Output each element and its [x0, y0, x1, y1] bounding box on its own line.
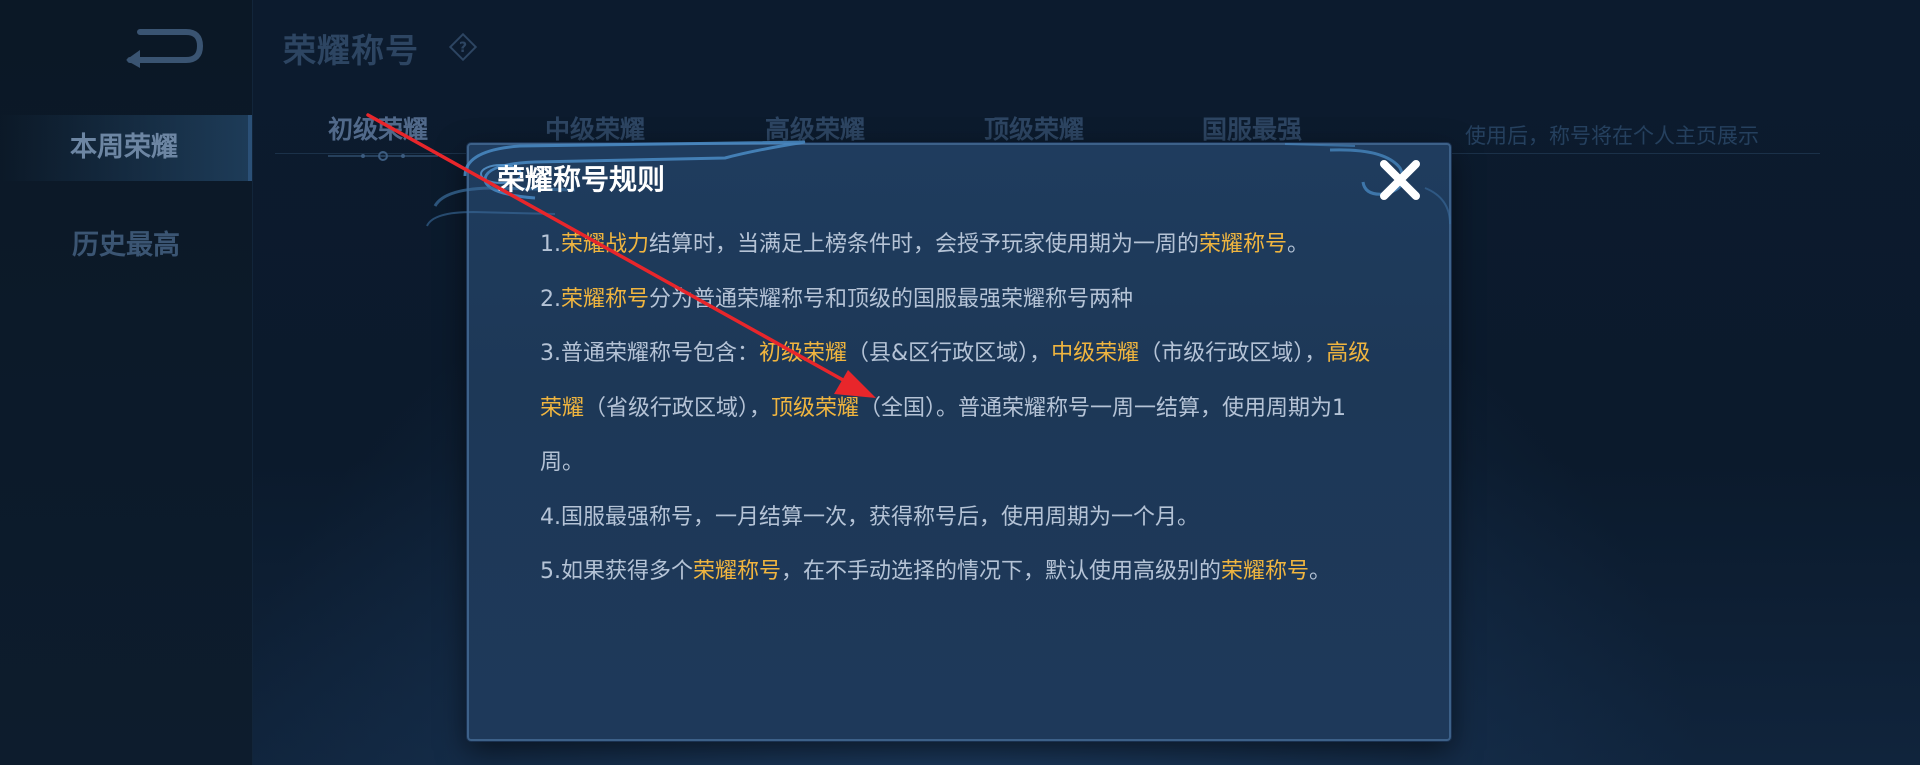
- rules-text: 1.荣耀战力结算时，当满足上榜条件时，会授予玩家使用期为一周的荣耀称号。 2.荣…: [540, 218, 1380, 600]
- rule-highlight: 荣耀称号: [1199, 232, 1288, 257]
- rule-text: （县&区行政区域），: [847, 341, 1052, 366]
- rule-text: 分为普通荣耀称号和顶级的国服最强荣耀称号两种: [649, 286, 1134, 312]
- rule-highlight: 荣耀称号: [1221, 559, 1310, 584]
- rule-text: 结算时，当满足上榜条件时，会授予玩家使用期为一周的: [649, 232, 1200, 257]
- rule-text: 5.如果获得多个: [540, 559, 693, 584]
- rule-text: 3.普通荣耀称号包含：: [540, 341, 759, 366]
- tabs-usage-note: 使用后，称号将在个人主页展示: [1465, 124, 1759, 148]
- back-button[interactable]: [120, 22, 204, 68]
- rule-highlight: 初级荣耀: [759, 341, 848, 366]
- tab-senior-honor[interactable]: 高级荣耀: [765, 110, 865, 146]
- rule-text: （市级行政区域），: [1139, 341, 1327, 366]
- page-title: 荣耀称号: [283, 31, 419, 70]
- dialog-title: 荣耀称号规则: [497, 163, 666, 196]
- rule-text: （省级行政区域），: [584, 395, 772, 421]
- rule-item: 4.国服最强称号，一月结算一次，获得称号后，使用周期为一个月。: [540, 491, 1380, 546]
- rule-text: ，在不手动选择的情况下，默认使用高级别的: [781, 559, 1222, 584]
- rule-text: 4.国服最强称号，一月结算一次，获得称号后，使用周期为一个月。: [540, 504, 1199, 530]
- close-button[interactable]: [1375, 155, 1425, 205]
- help-button[interactable]: ?: [449, 33, 477, 61]
- rule-item: 3.普通荣耀称号包含：初级荣耀（县&区行政区域），中级荣耀（市级行政区域），高级…: [540, 327, 1380, 491]
- rule-text: 。: [1287, 232, 1310, 257]
- help-diamond-icon: ?: [449, 33, 477, 61]
- honor-title-screen: 本周荣耀 历史最高 荣耀称号 ? 初级荣耀 中级荣耀 高级荣耀 顶级荣耀 国服最…: [0, 0, 1920, 765]
- rule-highlight: 荣耀称号: [561, 286, 650, 312]
- svg-text:?: ?: [459, 40, 467, 56]
- rule-item: 1.荣耀战力结算时，当满足上榜条件时，会授予玩家使用期为一周的荣耀称号。: [540, 218, 1380, 273]
- rule-highlight: 顶级荣耀: [771, 395, 860, 421]
- rule-highlight: 荣耀战力: [561, 232, 650, 257]
- rule-highlight: 中级荣耀: [1051, 341, 1140, 366]
- tab-junior-honor[interactable]: 初级荣耀: [328, 110, 428, 146]
- rule-text: 。: [1309, 559, 1332, 584]
- sidebar-item-history-best[interactable]: 历史最高: [0, 213, 252, 279]
- tab-server-strongest[interactable]: 国服最强: [1202, 110, 1302, 146]
- sidebar: 本周荣耀 历史最高: [0, 0, 253, 765]
- back-arrow-icon: [126, 29, 204, 68]
- rule-item: 2.荣耀称号分为普通荣耀称号和顶级的国服最强荣耀称号两种: [540, 273, 1380, 328]
- sidebar-item-this-week[interactable]: 本周荣耀: [0, 115, 252, 181]
- active-tab-ornament: [328, 151, 438, 161]
- tab-intermediate-honor[interactable]: 中级荣耀: [545, 110, 645, 146]
- tab-top-honor[interactable]: 顶级荣耀: [984, 110, 1084, 146]
- rule-text: 2.: [540, 286, 561, 312]
- rule-text: 1.: [540, 232, 561, 257]
- rule-highlight: 荣耀称号: [693, 559, 782, 584]
- rule-item: 5.如果获得多个荣耀称号，在不手动选择的情况下，默认使用高级别的荣耀称号。: [540, 545, 1380, 600]
- close-x-icon: [1380, 160, 1420, 200]
